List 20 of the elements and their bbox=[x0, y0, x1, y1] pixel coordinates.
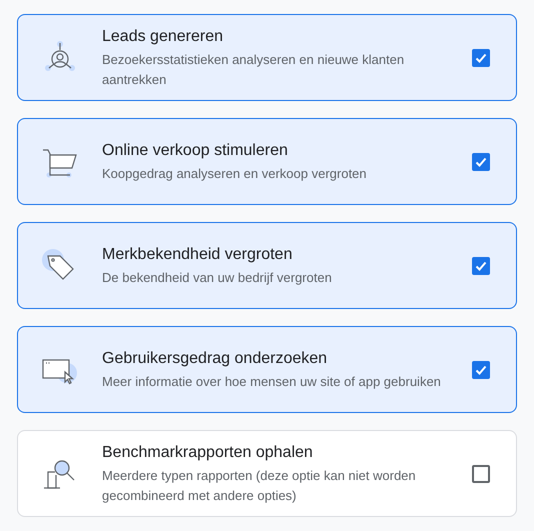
option-card[interactable]: Merkbekendheid vergroten De bekendheid van uw bedrijf vergroten bbox=[17, 222, 517, 309]
option-card[interactable]: Benchmarkrapporten ophalen Meerdere typen rapporten (deze optie kan niet worden gecombineerd met andere opties) bbox=[17, 430, 517, 517]
option-description: De bekendheid van uw bedrijf vergroten bbox=[102, 268, 333, 287]
checkbox[interactable] bbox=[472, 48, 490, 66]
option-title: Online verkoop stimuleren bbox=[102, 140, 289, 160]
checkbox[interactable] bbox=[472, 152, 490, 170]
option-card[interactable]: Leads genereren Bezoekersstatistieken analyseren en nieuwe klanten aantrekken bbox=[17, 14, 517, 101]
checkbox[interactable] bbox=[472, 360, 490, 378]
option-title: Gebruikersgedrag onderzoeken bbox=[102, 348, 328, 368]
checkbox[interactable] bbox=[472, 256, 490, 274]
option-card[interactable]: Online verkoop stimuleren Koopgedrag analyseren en verkoop vergroten bbox=[17, 118, 517, 205]
option-title: Benchmarkrapporten ophalen bbox=[102, 442, 314, 462]
option-title: Leads genereren bbox=[102, 26, 224, 46]
option-card[interactable]: Gebruikersgedrag onderzoeken Meer informatie over hoe mensen uw site of app gebruiken bbox=[17, 326, 517, 413]
option-description: Meer informatie over hoe mensen uw site of app gebruiken bbox=[102, 372, 442, 391]
option-title: Merkbekendheid vergroten bbox=[102, 244, 294, 264]
option-description: Meerdere typen rapporten (deze optie kan niet worden gecombineerd met andere opties) bbox=[102, 466, 417, 505]
option-description: Koopgedrag analyseren en verkoop vergroten bbox=[102, 164, 368, 183]
option-description: Bezoekersstatistieken analyseren en nieuwe klanten aantrekken bbox=[102, 50, 406, 88]
checkbox[interactable] bbox=[472, 464, 490, 482]
